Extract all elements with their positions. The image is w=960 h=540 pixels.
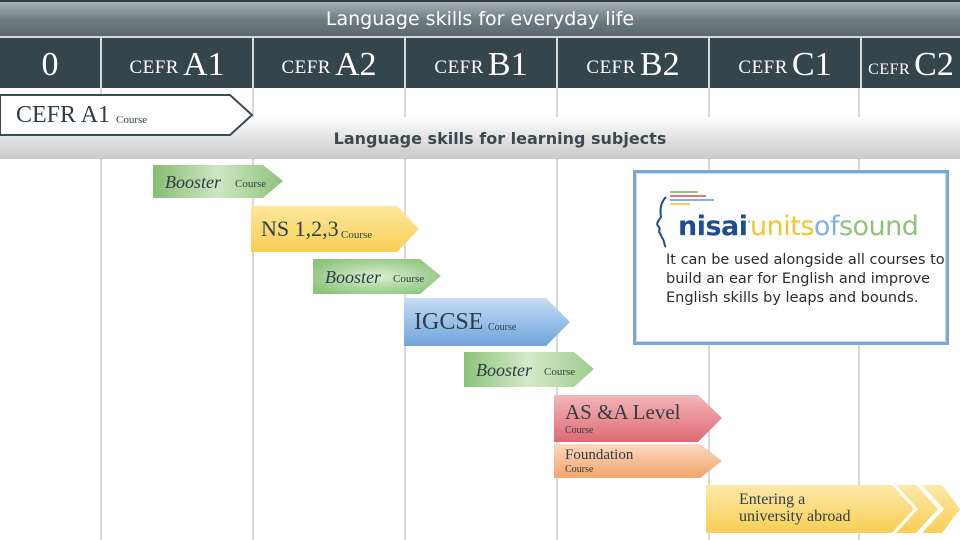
course-ns: NS 1,2,3 Course xyxy=(251,206,419,252)
course-cefr-a1: CEFR A1 Course xyxy=(0,94,254,136)
info-description: It can be used alongside all courses to … xyxy=(666,252,945,306)
university-abroad-arrow: Entering a university abroad xyxy=(706,485,960,533)
level-c2: CEFR C2 xyxy=(862,38,960,88)
nisai-units-of-sound-logo: nisai°unitsofsound xyxy=(652,189,942,249)
level-a1: CEFR A1 xyxy=(102,38,252,88)
everyday-life-band: Language skills for everyday life xyxy=(0,0,960,36)
course-igcse: IGCSE Course xyxy=(404,298,570,346)
level-a2: CEFR A2 xyxy=(254,38,404,88)
course-foundation: Foundation Course xyxy=(554,444,722,478)
level-0: 0 xyxy=(0,38,100,88)
cefr-levels-header: 0 CEFR A1 CEFR A2 CEFR B1 CEFR B2 CEFR C1 CEF… xyxy=(0,36,960,88)
course-a-level: AS &A Level Course xyxy=(554,395,722,442)
course-booster-1: Booster Course xyxy=(153,165,283,198)
course-booster-2: Booster Course xyxy=(313,259,441,294)
logo-wordmark: nisai°unitsofsound xyxy=(678,211,919,242)
level-c1: CEFR C1 xyxy=(710,38,860,88)
units-of-sound-info-box: nisai°unitsofsound It can be used alongs… xyxy=(633,170,949,345)
everyday-life-title: Language skills for everyday life xyxy=(325,8,635,30)
level-b1: CEFR B1 xyxy=(406,38,556,88)
level-b2: CEFR B2 xyxy=(558,38,708,88)
course-booster-3: Booster Course xyxy=(464,352,594,387)
